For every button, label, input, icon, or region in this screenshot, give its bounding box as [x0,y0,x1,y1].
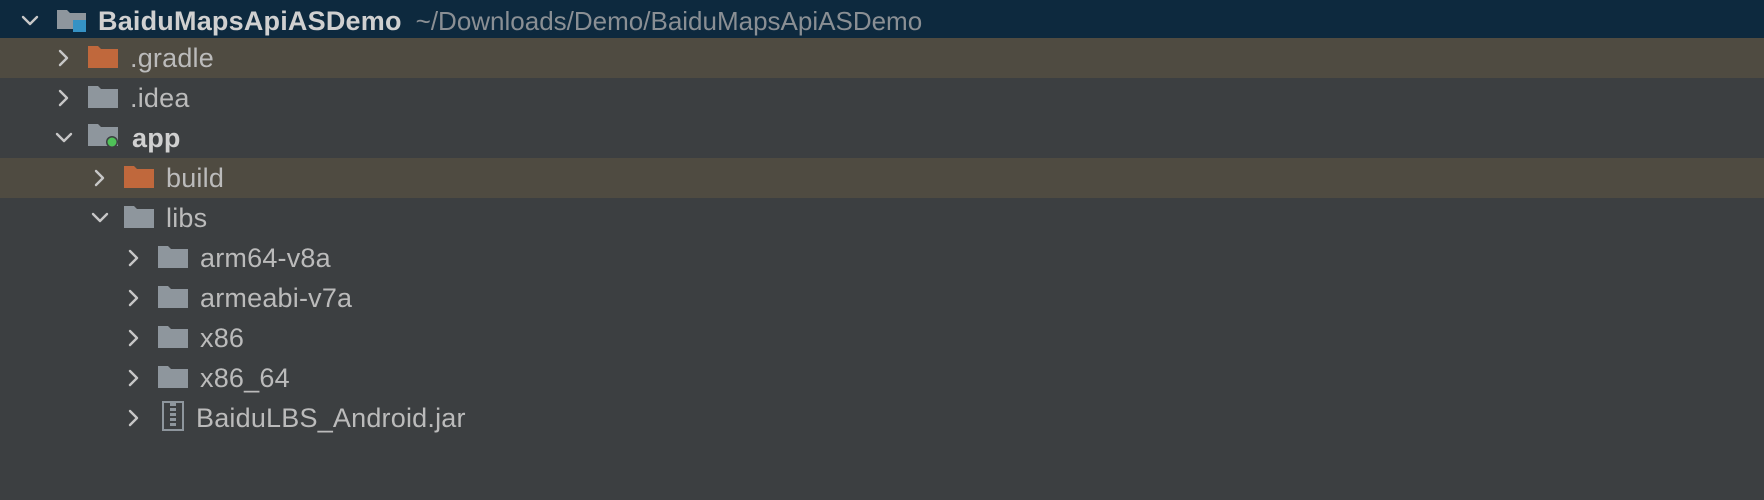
folder-icon [158,244,188,273]
tree-item-label: libs [166,202,208,233]
project-folder-icon [56,5,88,38]
tree-item-label: .gradle [130,42,214,73]
tree-item-x86-64[interactable]: x86_64 [0,358,1764,398]
tree-item-label: .idea [130,82,190,113]
tree-item-label: arm64-v8a [200,242,331,273]
chevron-right-icon[interactable] [88,166,112,190]
tree-item-label: BaiduLBS_Android.jar [196,402,466,433]
tree-item-armeabi-v7a[interactable]: armeabi-v7a [0,278,1764,318]
chevron-right-icon[interactable] [122,326,146,350]
jar-archive-icon [162,400,184,436]
tree-item-gradle[interactable]: .gradle [0,38,1764,78]
chevron-down-icon[interactable] [52,126,76,150]
folder-icon [88,44,118,73]
chevron-right-icon[interactable] [122,366,146,390]
chevron-down-icon[interactable] [88,206,112,230]
chevron-right-icon[interactable] [52,46,76,70]
tree-root-row[interactable]: BaiduMapsApiASDemo ~/Downloads/Demo/Baid… [0,0,1764,42]
project-tree: BaiduMapsApiASDemo ~/Downloads/Demo/Baid… [0,0,1764,500]
root-project-path: ~/Downloads/Demo/BaiduMapsApiASDemo [415,5,923,36]
tree-item-libs[interactable]: libs [0,198,1764,238]
tree-item-baidulbs-jar[interactable]: BaiduLBS_Android.jar [0,398,1764,438]
root-project-name: BaiduMapsApiASDemo [98,5,402,36]
tree-item-arm64-v8a[interactable]: arm64-v8a [0,238,1764,278]
module-folder-icon [88,122,120,155]
tree-item-idea[interactable]: .idea [0,78,1764,118]
chevron-right-icon[interactable] [122,406,146,430]
folder-icon [88,84,118,113]
folder-icon [124,164,154,193]
tree-item-build[interactable]: build [0,158,1764,198]
chevron-down-icon[interactable] [18,9,42,33]
chevron-right-icon[interactable] [122,246,146,270]
tree-item-app[interactable]: app [0,118,1764,158]
folder-icon [124,204,154,233]
tree-item-label: x86 [200,322,245,353]
folder-icon [158,364,188,393]
tree-item-label: x86_64 [200,362,290,393]
chevron-right-icon[interactable] [122,286,146,310]
tree-item-label: build [166,162,225,193]
tree-item-label: armeabi-v7a [200,282,353,313]
folder-icon [158,284,188,313]
folder-icon [158,324,188,353]
chevron-right-icon[interactable] [52,86,76,110]
tree-item-label: app [132,122,181,153]
tree-item-x86[interactable]: x86 [0,318,1764,358]
